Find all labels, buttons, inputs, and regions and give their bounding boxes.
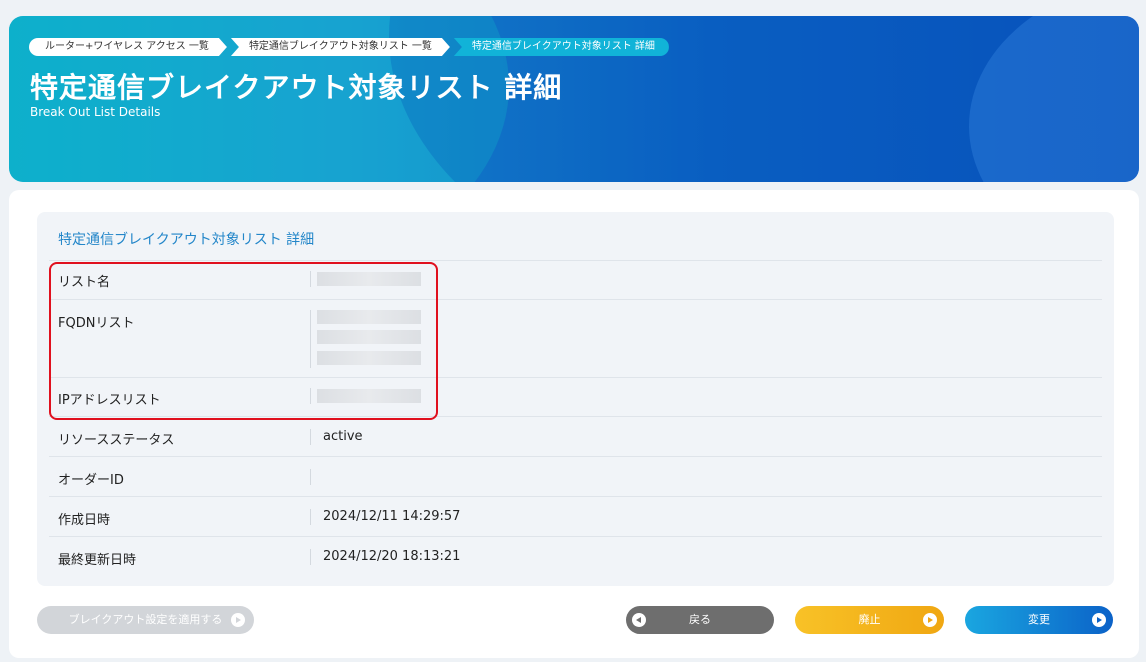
back-button[interactable]: 戻る bbox=[626, 606, 774, 634]
row-value: 2024/12/20 18:13:21 bbox=[323, 549, 461, 564]
divider bbox=[310, 549, 311, 565]
main-card: 特定通信ブレイクアウト対象リスト 詳細 リスト名 FQDNリスト IPアドレスリ… bbox=[9, 190, 1139, 658]
row-label: オーダーID bbox=[58, 473, 124, 488]
divider bbox=[310, 469, 311, 485]
breadcrumb-item-breakout-list[interactable]: 特定通信ブレイクアウト対象リスト 一覧 bbox=[231, 38, 450, 56]
divider bbox=[310, 429, 311, 445]
row-value: 2024/12/11 14:29:57 bbox=[323, 509, 461, 524]
detail-row-order-id: オーダーID bbox=[49, 457, 1102, 497]
detail-row-resource-status: リソースステータス active bbox=[49, 417, 1102, 457]
divider bbox=[310, 509, 311, 525]
play-circle-right-icon bbox=[231, 613, 245, 627]
button-label: 変更 bbox=[1028, 613, 1050, 626]
apply-breakout-button[interactable]: ブレイクアウト設定を適用する bbox=[37, 606, 254, 634]
row-label: 最終更新日時 bbox=[58, 553, 137, 568]
detail-row-updated-at: 最終更新日時 2024/12/20 18:13:21 bbox=[49, 537, 1102, 577]
button-label: ブレイクアウト設定を適用する bbox=[68, 613, 223, 626]
row-label: リソースステータス bbox=[58, 433, 175, 448]
abolish-button[interactable]: 廃止 bbox=[795, 606, 944, 634]
row-value: active bbox=[323, 429, 363, 444]
page-title: 特定通信ブレイクアウト対象リスト 詳細 bbox=[30, 71, 563, 104]
page-subtitle: Break Out List Details bbox=[30, 105, 161, 119]
highlight-box bbox=[49, 262, 438, 420]
page-header-banner: ルーター+ワイヤレス アクセス 一覧 特定通信ブレイクアウト対象リスト 一覧 特… bbox=[9, 16, 1139, 182]
play-circle-right-icon bbox=[1092, 613, 1106, 627]
button-label: 廃止 bbox=[858, 613, 881, 626]
section-title: 特定通信ブレイクアウト対象リスト 詳細 bbox=[58, 232, 315, 248]
breadcrumb: ルーター+ワイヤレス アクセス 一覧 特定通信ブレイクアウト対象リスト 一覧 特… bbox=[29, 38, 673, 56]
detail-row-created-at: 作成日時 2024/12/11 14:29:57 bbox=[49, 497, 1102, 537]
play-circle-right-icon bbox=[923, 613, 937, 627]
change-button[interactable]: 変更 bbox=[965, 606, 1113, 634]
button-label: 戻る bbox=[689, 613, 711, 626]
breadcrumb-item-router-list[interactable]: ルーター+ワイヤレス アクセス 一覧 bbox=[29, 38, 227, 56]
play-circle-left-icon bbox=[632, 613, 646, 627]
breadcrumb-item-current: 特定通信ブレイクアウト対象リスト 詳細 bbox=[453, 38, 669, 56]
row-label: 作成日時 bbox=[58, 513, 111, 528]
